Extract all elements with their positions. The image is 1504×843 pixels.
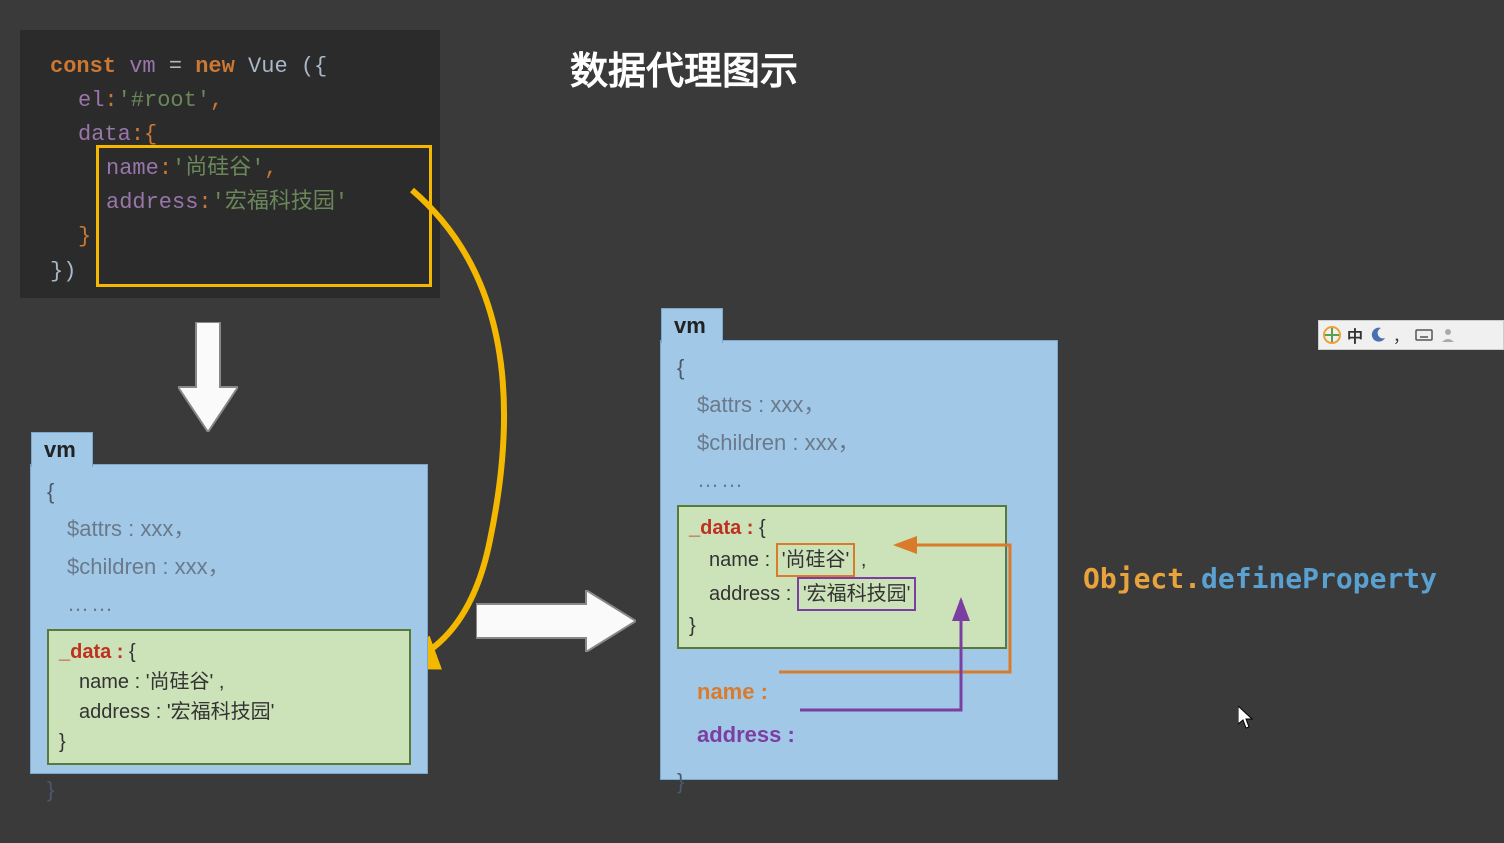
odp-object: Object: [1083, 562, 1184, 595]
ime-logo-icon: [1323, 326, 1341, 344]
kw-rbrace: }): [50, 259, 76, 284]
vm-box-2: vm { $attrs : xxx， $children : xxx， …… _…: [660, 340, 1058, 780]
vm2-address-prop: address :: [697, 722, 795, 747]
address-key: address: [106, 190, 198, 215]
vm1-data-label: _data :: [59, 641, 129, 663]
vm1-tab: vm: [31, 432, 93, 467]
ime-punct[interactable]: ，: [1393, 323, 1409, 347]
vm2-rbrace: }: [677, 763, 1041, 800]
vm2-attrs: $attrs : xxx，: [677, 386, 1041, 423]
vm2-data-inner: _data : { name : '尚硅谷' , address : '宏福科技…: [677, 505, 1007, 649]
vm1-address-line: address : '宏福科技园': [59, 697, 274, 727]
vm1-lbrace: {: [47, 473, 411, 510]
vm2-address-val: '宏福科技园': [797, 577, 917, 611]
vm2-name-val: '尚硅谷': [776, 543, 856, 577]
vm1-dots: ……: [47, 585, 411, 622]
data-key: data: [78, 122, 131, 147]
name-val: '尚硅谷': [172, 156, 264, 181]
kw-lbrace: ({: [301, 54, 327, 79]
el-val: '#root': [118, 88, 210, 113]
address-val: '宏福科技园': [212, 190, 348, 215]
vm2-data-rbrace: }: [689, 615, 696, 637]
vm1-data-rbrace: }: [59, 731, 66, 753]
ime-lang[interactable]: 中: [1347, 323, 1363, 347]
diagram-title: 数据代理图示: [570, 40, 798, 95]
vm1-name-line: name : '尚硅谷' ,: [59, 667, 224, 697]
ime-toolbar[interactable]: 中 ，: [1318, 320, 1504, 350]
object-define-property: Object.defineProperty: [1083, 562, 1437, 595]
vm1-rbrace: }: [47, 771, 411, 808]
keyboard-icon[interactable]: [1415, 326, 1433, 344]
kw-vue: Vue: [248, 54, 288, 79]
name-key: name: [106, 156, 159, 181]
kw-new: new: [195, 54, 235, 79]
kw-const: const: [50, 54, 116, 79]
vm2-lbrace: {: [677, 349, 1041, 386]
vm2-dots: ……: [677, 461, 1041, 498]
vm2-tab: vm: [661, 308, 723, 343]
arrow-down-icon: [178, 322, 238, 432]
code-block: const vm = new Vue ({ el:'#root', data:{…: [20, 30, 440, 298]
vm2-name-prop: name :: [697, 679, 768, 704]
vm2-children: $children : xxx，: [677, 424, 1041, 461]
vm1-data-inner: _data : { name : '尚硅谷' , address : '宏福科技…: [47, 629, 411, 765]
vm2-data-label: _data :: [689, 517, 759, 539]
vm1-attrs: $attrs : xxx，: [47, 510, 411, 547]
vm2-address-key: address :: [689, 583, 791, 605]
arrow-right-icon: [476, 590, 636, 652]
vm1-children: $children : xxx，: [47, 548, 411, 585]
vm2-name-key: name :: [689, 549, 770, 571]
odp-method: defineProperty: [1201, 562, 1437, 595]
vm-box-1: vm { $attrs : xxx， $children : xxx， …… _…: [30, 464, 428, 774]
kw-vm: vm: [129, 54, 155, 79]
el-key: el: [78, 88, 104, 113]
kw-eq: =: [169, 54, 182, 79]
user-icon[interactable]: [1439, 326, 1457, 344]
moon-icon[interactable]: [1369, 326, 1387, 344]
cursor-icon: [1238, 706, 1258, 730]
